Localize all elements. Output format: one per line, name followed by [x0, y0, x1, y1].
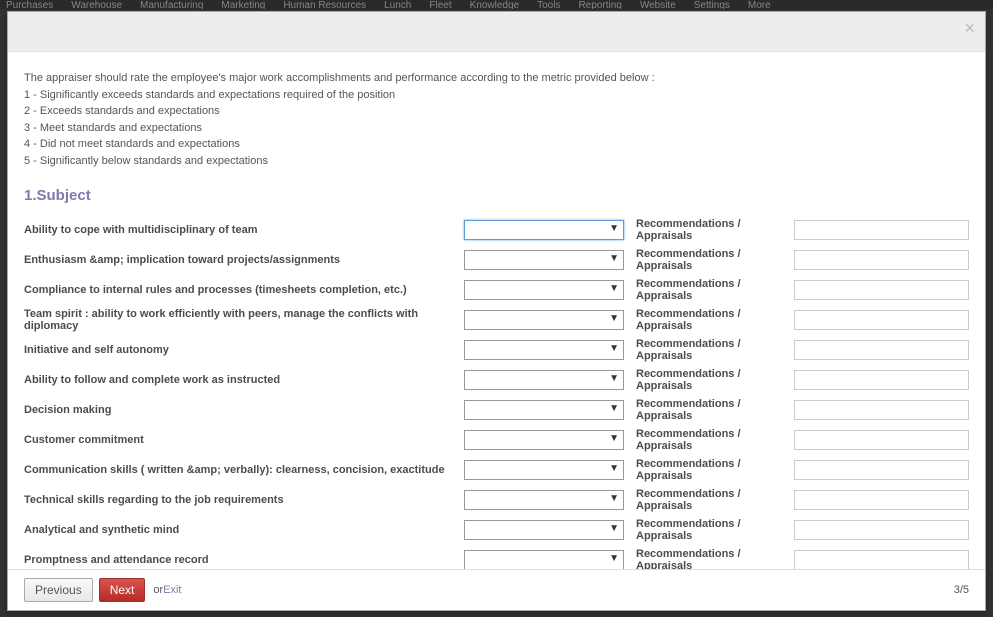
- top-menu-item[interactable]: Lunch: [384, 0, 411, 9]
- question-row: Communication skills ( written &amp; ver…: [24, 458, 969, 482]
- instructions-line: 1 - Significantly exceeds standards and …: [24, 87, 969, 104]
- recommendations-label: Recommendations / Appraisals: [624, 488, 794, 512]
- modal-footer: Previous Next orExit 3/5: [8, 569, 985, 610]
- rating-select[interactable]: [464, 520, 624, 540]
- top-menu-item[interactable]: More: [748, 0, 771, 9]
- top-menu-item[interactable]: Purchases: [6, 0, 53, 9]
- top-menu-item[interactable]: Settings: [694, 0, 730, 9]
- question-row: Ability to cope with multidisciplinary o…: [24, 218, 969, 242]
- question-label: Communication skills ( written &amp; ver…: [24, 464, 464, 476]
- top-menu-item[interactable]: Human Resources: [283, 0, 366, 9]
- rating-select[interactable]: [464, 490, 624, 510]
- question-label: Decision making: [24, 404, 464, 416]
- questions-list: Ability to cope with multidisciplinary o…: [24, 218, 969, 569]
- recommendations-input[interactable]: [794, 400, 969, 420]
- recommendations-label: Recommendations / Appraisals: [624, 428, 794, 452]
- rating-select[interactable]: [464, 250, 624, 270]
- rating-select[interactable]: [464, 220, 624, 240]
- question-label: Team spirit : ability to work efficientl…: [24, 308, 464, 332]
- instructions-intro: The appraiser should rate the employee's…: [24, 70, 969, 87]
- close-icon[interactable]: ×: [964, 18, 975, 39]
- top-menu-item[interactable]: Warehouse: [71, 0, 122, 9]
- rating-select[interactable]: [464, 550, 624, 569]
- section-title: 1.Subject: [24, 187, 969, 204]
- question-label: Customer commitment: [24, 434, 464, 446]
- question-row: Enthusiasm &amp; implication toward proj…: [24, 248, 969, 272]
- modal-header: ×: [8, 12, 985, 52]
- question-label: Ability to follow and complete work as i…: [24, 374, 464, 386]
- rating-select[interactable]: [464, 310, 624, 330]
- rating-select[interactable]: [464, 460, 624, 480]
- page-indicator: 3/5: [954, 584, 969, 596]
- recommendations-input[interactable]: [794, 340, 969, 360]
- recommendations-input[interactable]: [794, 490, 969, 510]
- question-label: Initiative and self autonomy: [24, 344, 464, 356]
- recommendations-label: Recommendations / Appraisals: [624, 278, 794, 302]
- or-text: or: [153, 584, 163, 596]
- recommendations-input[interactable]: [794, 310, 969, 330]
- recommendations-input[interactable]: [794, 430, 969, 450]
- top-menu-item[interactable]: Manufacturing: [140, 0, 203, 9]
- top-menu-item[interactable]: Tools: [537, 0, 560, 9]
- recommendations-label: Recommendations / Appraisals: [624, 368, 794, 392]
- recommendations-label: Recommendations / Appraisals: [624, 518, 794, 542]
- top-menu: Purchases Warehouse Manufacturing Marketing…: [0, 0, 993, 9]
- question-label: Technical skills regarding to the job re…: [24, 494, 464, 506]
- modal-dialog: × The appraiser should rate the employee…: [7, 11, 986, 611]
- recommendations-label: Recommendations / Appraisals: [624, 548, 794, 569]
- question-row: Promptness and attendance record Recommen…: [24, 548, 969, 569]
- recommendations-input[interactable]: [794, 280, 969, 300]
- rating-select[interactable]: [464, 280, 624, 300]
- instructions-line: 2 - Exceeds standards and expectations: [24, 103, 969, 120]
- recommendations-label: Recommendations / Appraisals: [624, 308, 794, 332]
- question-row: Technical skills regarding to the job re…: [24, 488, 969, 512]
- next-button[interactable]: Next: [99, 578, 146, 602]
- question-row: Decision making Recommendations / Apprais…: [24, 398, 969, 422]
- recommendations-input[interactable]: [794, 550, 969, 569]
- rating-select[interactable]: [464, 430, 624, 450]
- question-row: Ability to follow and complete work as i…: [24, 368, 969, 392]
- recommendations-label: Recommendations / Appraisals: [624, 248, 794, 272]
- question-label: Analytical and synthetic mind: [24, 524, 464, 536]
- question-label: Ability to cope with multidisciplinary o…: [24, 224, 464, 236]
- question-row: Analytical and synthetic mind Recommendat…: [24, 518, 969, 542]
- modal-body: The appraiser should rate the employee's…: [8, 52, 985, 569]
- recommendations-label: Recommendations / Appraisals: [624, 398, 794, 422]
- question-row: Customer commitment Recommendations / App…: [24, 428, 969, 452]
- recommendations-label: Recommendations / Appraisals: [624, 458, 794, 482]
- top-menu-item[interactable]: Website: [640, 0, 676, 9]
- recommendations-input[interactable]: [794, 250, 969, 270]
- question-row: Compliance to internal rules and process…: [24, 278, 969, 302]
- instructions-line: 3 - Meet standards and expectations: [24, 120, 969, 137]
- recommendations-label: Recommendations / Appraisals: [624, 218, 794, 242]
- recommendations-input[interactable]: [794, 220, 969, 240]
- exit-link[interactable]: Exit: [163, 584, 181, 596]
- rating-select[interactable]: [464, 370, 624, 390]
- recommendations-input[interactable]: [794, 370, 969, 390]
- instructions-line: 4 - Did not meet standards and expectati…: [24, 136, 969, 153]
- top-menu-item[interactable]: Marketing: [221, 0, 265, 9]
- top-menu-item[interactable]: Fleet: [429, 0, 451, 9]
- question-label: Compliance to internal rules and process…: [24, 284, 464, 296]
- question-label: Enthusiasm &amp; implication toward proj…: [24, 254, 464, 266]
- top-menu-item[interactable]: Knowledge: [470, 0, 519, 9]
- recommendations-label: Recommendations / Appraisals: [624, 338, 794, 362]
- recommendations-input[interactable]: [794, 460, 969, 480]
- instructions-block: The appraiser should rate the employee's…: [24, 70, 969, 169]
- instructions-line: 5 - Significantly below standards and ex…: [24, 153, 969, 170]
- rating-select[interactable]: [464, 400, 624, 420]
- previous-button[interactable]: Previous: [24, 578, 93, 602]
- top-menu-item[interactable]: Reporting: [578, 0, 621, 9]
- question-label: Promptness and attendance record: [24, 554, 464, 566]
- question-row: Team spirit : ability to work efficientl…: [24, 308, 969, 332]
- recommendations-input[interactable]: [794, 520, 969, 540]
- rating-select[interactable]: [464, 340, 624, 360]
- question-row: Initiative and self autonomy Recommendati…: [24, 338, 969, 362]
